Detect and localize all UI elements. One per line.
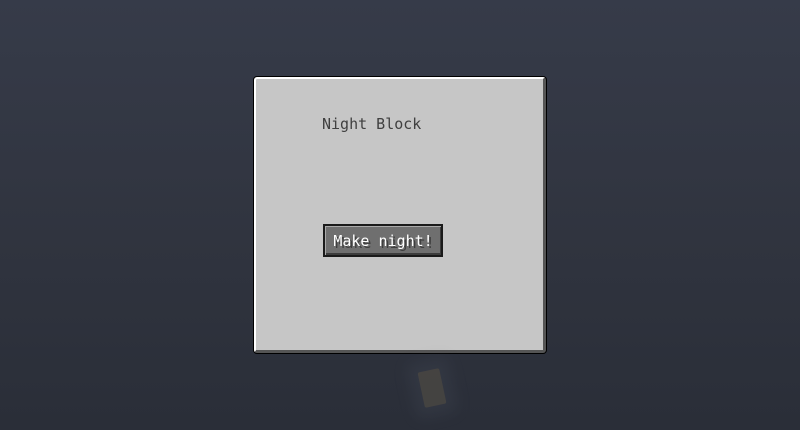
gui-title: Night Block: [322, 115, 422, 133]
night-block-gui-panel: Night Block Make night!: [254, 77, 546, 353]
make-night-button[interactable]: Make night!: [323, 224, 443, 257]
